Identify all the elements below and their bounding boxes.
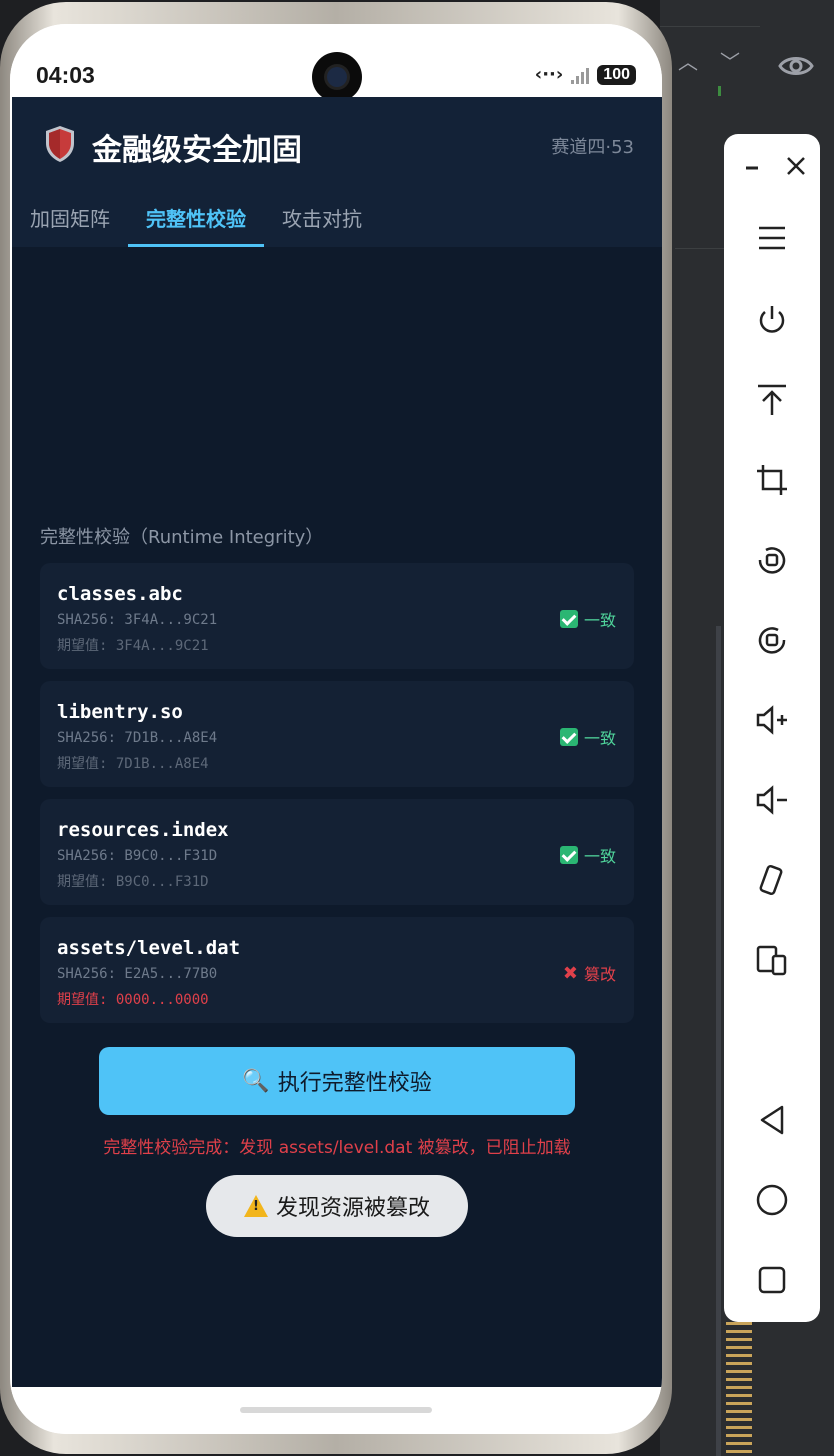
file-expected-hash: 期望值: B9C0...F31D bbox=[57, 874, 209, 890]
shake-icon[interactable] bbox=[748, 856, 796, 904]
ide-change-marker bbox=[718, 86, 721, 96]
cross-icon: ✖ bbox=[562, 962, 578, 984]
eye-icon[interactable] bbox=[778, 52, 814, 80]
tab-bar: 加固矩阵 完整性校验 攻击对抗 bbox=[12, 193, 662, 247]
file-card: libentry.so SHA256: 7D1B...A8E4 期望值: 7D1… bbox=[40, 681, 634, 787]
search-icon: 🔍 bbox=[242, 1068, 270, 1093]
run-button-label: 执行完整性校验 bbox=[277, 1070, 432, 1095]
upload-icon[interactable] bbox=[748, 376, 796, 424]
crop-icon[interactable] bbox=[748, 456, 796, 504]
status-icons: ‹··› 100 bbox=[535, 64, 636, 85]
chevron-down-icon[interactable]: ﹀ bbox=[720, 46, 740, 75]
volume-up-icon[interactable] bbox=[748, 696, 796, 744]
home-indicator[interactable] bbox=[240, 1407, 432, 1413]
status-label: 一致 bbox=[583, 847, 616, 866]
rotate-left-icon[interactable] bbox=[748, 536, 796, 584]
ide-scrollbar[interactable] bbox=[716, 626, 721, 1456]
file-hash: SHA256: 3F4A...9C21 bbox=[57, 612, 218, 628]
ide-divider bbox=[660, 26, 760, 27]
result-text: 完整性校验完成：发现 assets/level.dat 被篡改，已阻止加载 bbox=[103, 1138, 571, 1158]
status-label: 篡改 bbox=[583, 965, 616, 984]
check-icon bbox=[559, 846, 578, 864]
check-icon bbox=[559, 610, 578, 628]
status-label: 一致 bbox=[583, 729, 616, 748]
volume-down-icon[interactable] bbox=[748, 776, 796, 824]
file-name: classes.abc bbox=[57, 583, 183, 605]
file-hash: SHA256: B9C0...F31D bbox=[57, 848, 218, 864]
battery-icon: 100 bbox=[597, 64, 636, 85]
section-title: 完整性校验（Runtime Integrity） bbox=[40, 527, 324, 548]
status-badge: 一致 bbox=[559, 725, 616, 749]
warning-icon bbox=[243, 1195, 268, 1217]
file-card: resources.index SHA256: B9C0...F31D 期望值:… bbox=[40, 799, 634, 905]
file-name: resources.index bbox=[57, 819, 229, 841]
rotate-right-icon[interactable] bbox=[748, 616, 796, 664]
power-icon[interactable] bbox=[748, 296, 796, 344]
ide-stripes bbox=[726, 1322, 752, 1456]
status-badge: 一致 bbox=[559, 843, 616, 867]
file-name: assets/level.dat bbox=[57, 937, 241, 959]
app-meta: 赛道四·53 bbox=[551, 137, 634, 158]
back-icon[interactable] bbox=[748, 1096, 796, 1144]
signal-icon bbox=[571, 66, 590, 84]
tab-attack-defense[interactable]: 攻击对抗 bbox=[264, 193, 380, 247]
file-hash: SHA256: E2A5...77B0 bbox=[57, 966, 218, 982]
file-expected-hash: 期望值: 3F4A...9C21 bbox=[57, 638, 209, 654]
status-badge: ✖ 篡改 bbox=[563, 961, 616, 985]
tab-hardening-matrix[interactable]: 加固矩阵 bbox=[12, 193, 128, 247]
chevron-up-icon[interactable]: ︿ bbox=[678, 46, 698, 75]
gesture-bar bbox=[10, 1387, 662, 1434]
run-integrity-check-button[interactable]: 🔍 执行完整性校验 bbox=[99, 1047, 575, 1115]
file-name: libentry.so bbox=[57, 701, 183, 723]
file-card: classes.abc SHA256: 3F4A...9C21 期望值: 3F4… bbox=[40, 563, 634, 669]
status-badge: 一致 bbox=[559, 607, 616, 631]
shield-icon bbox=[46, 126, 74, 162]
network-icon: ‹··› bbox=[534, 64, 564, 85]
camera-icon bbox=[312, 52, 362, 102]
file-hash: SHA256: 7D1B...A8E4 bbox=[57, 730, 218, 746]
emulator-toolbar bbox=[724, 134, 820, 1322]
toast-text: 发现资源被篡改 bbox=[275, 1196, 430, 1221]
status-bar: 04:03 ‹··› 100 bbox=[10, 24, 662, 102]
toast: 发现资源被篡改 bbox=[206, 1175, 468, 1237]
close-icon[interactable] bbox=[772, 142, 820, 190]
file-expected-hash: 期望值: 0000...0000 bbox=[57, 992, 209, 1008]
tab-integrity-check[interactable]: 完整性校验 bbox=[128, 193, 264, 247]
home-icon[interactable] bbox=[748, 1176, 796, 1224]
app-title: 金融级安全加固 bbox=[92, 133, 302, 168]
app-header: 金融级安全加固 赛道四·53 加固矩阵 完整性校验 攻击对抗 bbox=[12, 97, 662, 247]
minimize-icon[interactable] bbox=[728, 142, 776, 190]
app-root: 金融级安全加固 赛道四·53 加固矩阵 完整性校验 攻击对抗 完整性校验（Run… bbox=[12, 97, 662, 1387]
phone-screen: 04:03 ‹··› 100 金融级安全加固 赛道四·53 加固矩阵 完整性校验… bbox=[10, 24, 662, 1434]
phone-frame: 04:03 ‹··› 100 金融级安全加固 赛道四·53 加固矩阵 完整性校验… bbox=[0, 2, 672, 1454]
menu-icon[interactable] bbox=[748, 214, 796, 262]
status-time: 04:03 bbox=[36, 62, 95, 88]
overview-icon[interactable] bbox=[748, 1256, 796, 1304]
file-card: assets/level.dat SHA256: E2A5...77B0 期望值… bbox=[40, 917, 634, 1023]
status-label: 一致 bbox=[583, 611, 616, 630]
check-icon bbox=[559, 728, 578, 746]
file-expected-hash: 期望值: 7D1B...A8E4 bbox=[57, 756, 209, 772]
multi-device-icon[interactable] bbox=[748, 936, 796, 984]
